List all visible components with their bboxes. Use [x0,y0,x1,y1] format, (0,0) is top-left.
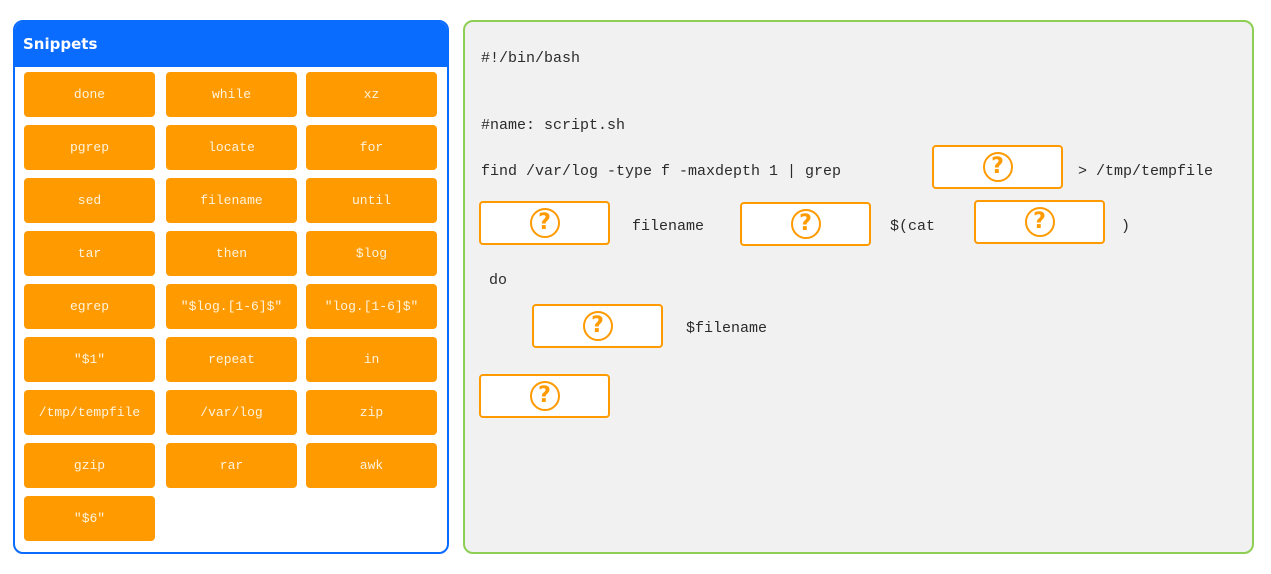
snippet-arg6[interactable]: "$6" [24,496,155,541]
snippet-egrep[interactable]: egrep [24,284,155,329]
cat-open-text: $(cat [890,218,936,235]
question-icon: ? [1024,207,1055,237]
snippet-var-log[interactable]: /var/log [166,390,297,435]
drop-zone-cat-file[interactable]: ? [974,200,1105,244]
snippet-locate[interactable]: locate [166,125,297,170]
find-command-text: find /var/log -type f -maxdepth 1 | grep [481,163,842,180]
snippet-filename[interactable]: filename [166,178,297,223]
question-icon: ? [529,208,560,238]
name-comment: #name: script.sh [481,117,626,134]
snippet-rar[interactable]: rar [166,443,297,488]
snippet-xz[interactable]: xz [306,72,437,117]
snippet-sed[interactable]: sed [24,178,155,223]
snippet-arg1[interactable]: "$1" [24,337,155,382]
snippet-awk[interactable]: awk [306,443,437,488]
drop-zone-loop-keyword[interactable]: ? [479,201,610,245]
code-panel: #!/bin/bash #name: script.sh find /var/l… [463,20,1254,554]
snippet-done[interactable]: done [24,72,155,117]
question-icon: ? [582,311,613,341]
question-icon: ? [529,381,560,411]
question-icon: ? [982,152,1013,182]
snippet-tmp-tempfile[interactable]: /tmp/tempfile [24,390,155,435]
snippet-gzip[interactable]: gzip [24,443,155,488]
cat-close-text: ) [1121,218,1131,235]
snippet-zip[interactable]: zip [306,390,437,435]
drop-zone-body-command[interactable]: ? [532,304,663,348]
snippet-pgrep[interactable]: pgrep [24,125,155,170]
redirect-text: > /tmp/tempfile [1078,163,1214,180]
snippet-log-var[interactable]: $log [306,231,437,276]
snippet-in[interactable]: in [306,337,437,382]
snippet-repeat[interactable]: repeat [166,337,297,382]
snippet-then[interactable]: then [166,231,297,276]
do-keyword: do [489,272,508,289]
snippets-title: Snippets [15,22,447,67]
drop-zone-loop-end[interactable]: ? [479,374,610,418]
drop-zone-grep-pattern[interactable]: ? [932,145,1063,189]
snippets-panel: Snippets done while xz pgrep locate for … [13,20,449,554]
question-icon: ? [790,209,821,239]
body-argument-text: $filename [686,320,768,337]
shebang-line: #!/bin/bash [481,50,581,67]
snippet-until[interactable]: until [306,178,437,223]
loop-variable-text: filename [632,218,705,235]
snippet-log-var-regex[interactable]: "$log.[1-6]$" [166,284,297,329]
snippet-tar[interactable]: tar [24,231,155,276]
drop-zone-in-keyword[interactable]: ? [740,202,871,246]
snippet-for[interactable]: for [306,125,437,170]
snippet-log-regex[interactable]: "log.[1-6]$" [306,284,437,329]
snippet-while[interactable]: while [166,72,297,117]
